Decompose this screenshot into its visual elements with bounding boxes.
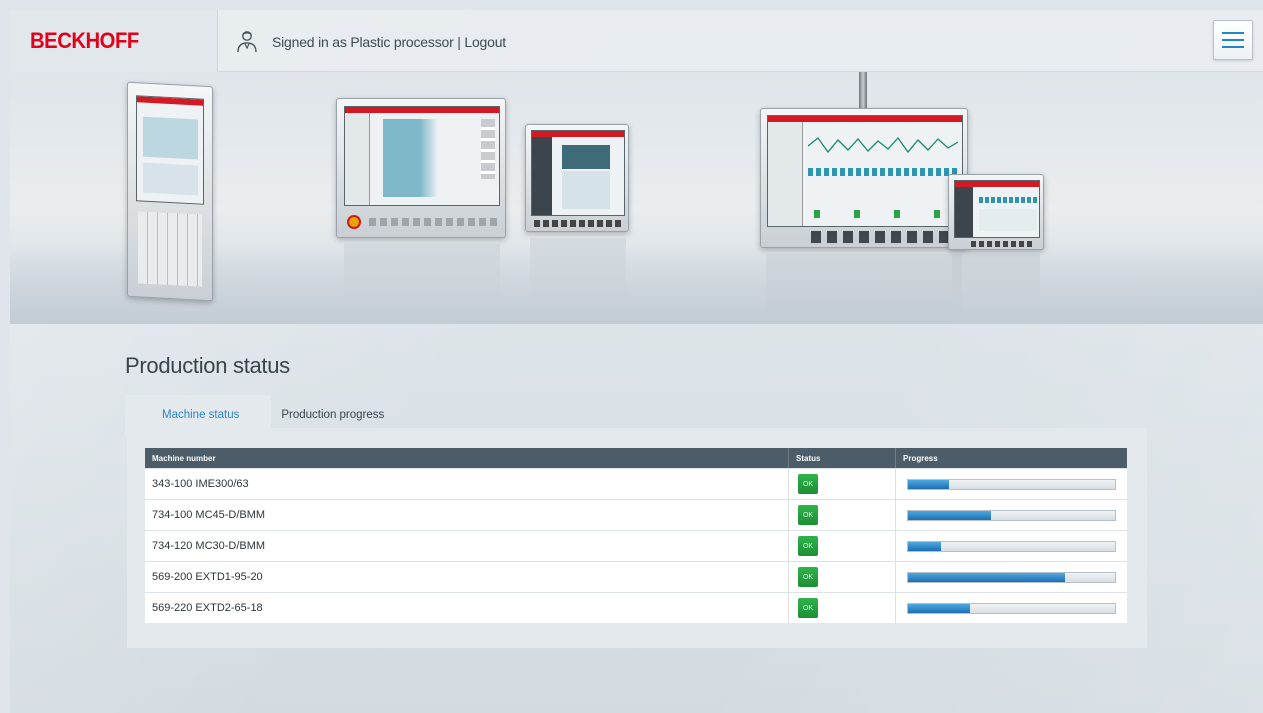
- control-panel-image: [336, 98, 506, 238]
- control-panel-image: [525, 124, 629, 232]
- machine-number-cell: 734-120 MC30-D/BMM: [145, 531, 789, 561]
- status-cell: OK: [789, 531, 896, 561]
- machine-number-cell: 569-220 EXTD2-65-18: [145, 593, 789, 623]
- table-row[interactable]: 569-220 EXTD2-65-18 OK: [145, 592, 1127, 623]
- table-row[interactable]: 734-100 MC45-D/BMM OK: [145, 499, 1127, 530]
- table-header: Machine number Status Progress: [145, 448, 1127, 468]
- progress-bar: [907, 509, 1116, 521]
- status-cell: OK: [789, 500, 896, 530]
- status-cell: OK: [789, 469, 896, 499]
- control-panel-image: [127, 81, 213, 302]
- page: BECKHOFF Signed in as Plastic processor …: [10, 10, 1263, 713]
- table-row[interactable]: 734-120 MC30-D/BMM OK: [145, 530, 1127, 561]
- progress-bar-fill: [908, 603, 971, 613]
- progress-bar-fill: [908, 572, 1066, 582]
- logo-area: BECKHOFF: [10, 10, 218, 72]
- progress-cell: [896, 562, 1127, 592]
- user-info: Signed in as Plastic processor | Logout: [236, 30, 506, 54]
- progress-bar: [907, 602, 1116, 614]
- progress-cell: [896, 593, 1127, 623]
- status-cell: OK: [789, 593, 896, 623]
- hamburger-menu-button[interactable]: [1213, 20, 1253, 60]
- status-panel: Machine number Status Progress 343-100 I…: [127, 428, 1147, 648]
- progress-bar-fill: [908, 541, 942, 551]
- progress-bar: [907, 540, 1116, 552]
- user-icon: [237, 31, 257, 53]
- hero-banner: [10, 72, 1263, 324]
- column-header-status[interactable]: Status: [789, 448, 896, 468]
- control-panel-image: [760, 108, 968, 248]
- hamburger-menu-icon: [1222, 32, 1244, 34]
- top-bar: BECKHOFF Signed in as Plastic processor …: [10, 10, 1263, 72]
- progress-bar: [907, 478, 1116, 490]
- tab-bar: Machine status Production progress: [125, 395, 406, 435]
- machine-number-cell: 343-100 IME300/63: [145, 469, 789, 499]
- progress-cell: [896, 469, 1127, 499]
- table-row[interactable]: 343-100 IME300/63 OK: [145, 468, 1127, 499]
- column-header-progress[interactable]: Progress: [896, 448, 1127, 468]
- beckhoff-logo[interactable]: BECKHOFF: [30, 28, 139, 54]
- column-header-machine-number[interactable]: Machine number: [145, 448, 789, 468]
- status-badge: OK: [798, 505, 818, 525]
- table-row[interactable]: 569-200 EXTD1-95-20 OK: [145, 561, 1127, 592]
- progress-cell: [896, 500, 1127, 530]
- progress-cell: [896, 531, 1127, 561]
- progress-bar-fill: [908, 479, 950, 489]
- tab-production-progress[interactable]: Production progress: [271, 395, 406, 435]
- progress-bar: [907, 571, 1116, 583]
- status-badge: OK: [798, 598, 818, 618]
- machine-number-cell: 734-100 MC45-D/BMM: [145, 500, 789, 530]
- control-panel-image: [948, 174, 1044, 250]
- status-badge: OK: [798, 536, 818, 556]
- machine-number-cell: 569-200 EXTD1-95-20: [145, 562, 789, 592]
- status-cell: OK: [789, 562, 896, 592]
- tab-machine-status[interactable]: Machine status: [125, 395, 272, 435]
- page-title: Production status: [125, 353, 290, 378]
- status-badge: OK: [798, 474, 818, 494]
- signed-in-logout-link[interactable]: Signed in as Plastic processor | Logout: [272, 34, 506, 50]
- progress-bar-fill: [908, 510, 991, 520]
- status-badge: OK: [798, 567, 818, 587]
- machine-status-table: Machine number Status Progress 343-100 I…: [145, 448, 1127, 623]
